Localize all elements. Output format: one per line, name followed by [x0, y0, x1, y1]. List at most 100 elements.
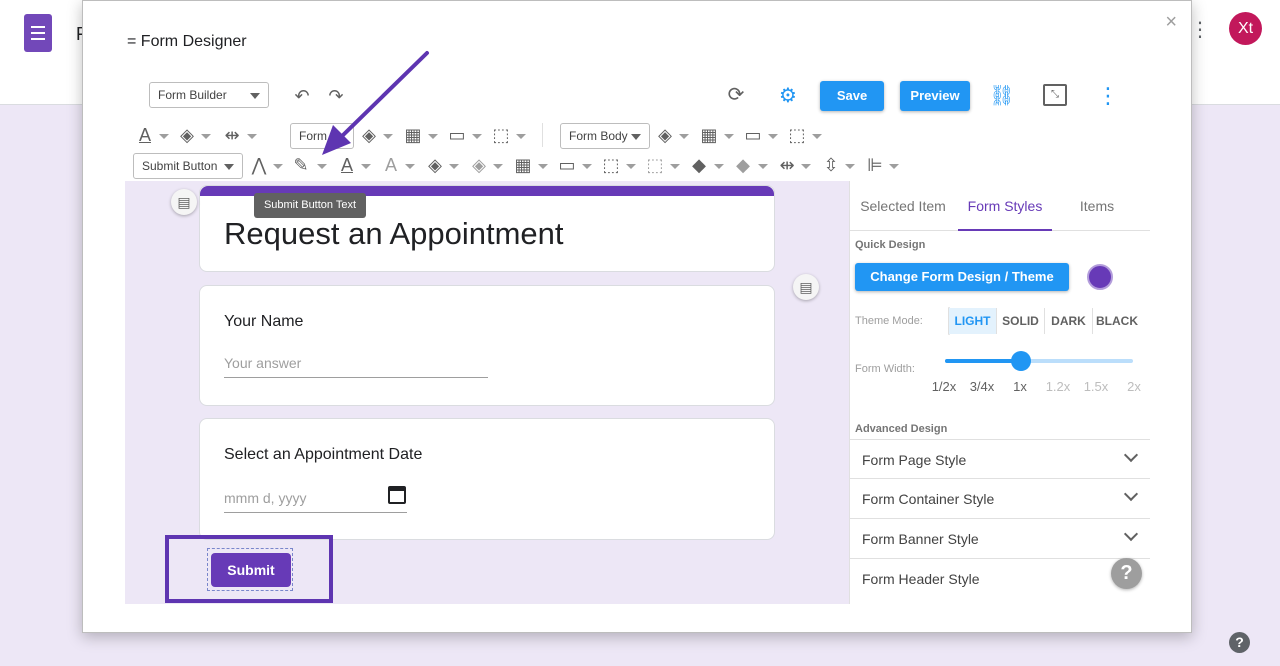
- chevron-down-icon[interactable]: [801, 164, 811, 169]
- section-settings-icon[interactable]: ▤: [171, 189, 197, 215]
- align-left-icon[interactable]: ⊫: [865, 154, 885, 176]
- mode-solid[interactable]: SOLID: [997, 308, 1045, 334]
- change-theme-button[interactable]: Change Form Design / Theme: [855, 263, 1069, 291]
- chevron-down-icon[interactable]: [449, 164, 459, 169]
- border-all-icon[interactable]: ▦: [699, 124, 719, 146]
- preview-button[interactable]: Preview: [900, 81, 970, 111]
- chevron-down-icon[interactable]: [714, 164, 724, 169]
- pencil-icon[interactable]: ✎: [291, 154, 311, 176]
- question-card[interactable]: Your Name Your answer: [199, 285, 775, 406]
- theme-color-swatch[interactable]: [1087, 264, 1113, 290]
- chevron-down-icon[interactable]: [758, 164, 768, 169]
- chevron-down-icon[interactable]: [201, 134, 211, 139]
- save-button[interactable]: Save: [820, 81, 884, 111]
- chevron-down-icon[interactable]: [538, 164, 548, 169]
- chevron-down-icon: [1123, 526, 1139, 542]
- mode-black[interactable]: BLACK: [1093, 308, 1141, 334]
- chevron-down-icon[interactable]: [768, 134, 778, 139]
- hover-shadow-icon[interactable]: ◆: [733, 154, 753, 176]
- border-style-icon[interactable]: ⬚: [787, 124, 807, 146]
- form-title[interactable]: Request an Appointment: [224, 216, 564, 252]
- border-top-icon[interactable]: ▭: [447, 124, 467, 146]
- chevron-down-icon[interactable]: [812, 134, 822, 139]
- accordion-form-page-style[interactable]: Form Page Style: [850, 439, 1150, 479]
- tab-items[interactable]: Items: [1054, 181, 1140, 231]
- redo-icon[interactable]: ↷: [323, 85, 349, 107]
- fill-color-icon[interactable]: ◈: [655, 124, 675, 146]
- chevron-down-icon[interactable]: [493, 164, 503, 169]
- google-forms-logo-icon[interactable]: [24, 14, 52, 52]
- hover-text-color-icon[interactable]: A: [381, 154, 401, 176]
- name-input[interactable]: Your answer: [224, 355, 488, 378]
- chevron-down-icon[interactable]: [405, 164, 415, 169]
- chevron-down-icon[interactable]: [889, 164, 899, 169]
- width-icon[interactable]: ⇹: [221, 124, 243, 146]
- question-card[interactable]: Select an Appointment Date mmm d, yyyy: [199, 418, 775, 540]
- tab-selected-item[interactable]: Selected Item: [850, 181, 956, 231]
- more-vert-icon[interactable]: ⋮: [1190, 18, 1210, 42]
- border-style-icon[interactable]: ⬚: [491, 124, 511, 146]
- accordion-form-banner-style[interactable]: Form Banner Style: [850, 519, 1150, 559]
- row1-field-select-value: Form: [299, 129, 327, 143]
- chevron-down-icon[interactable]: [361, 164, 371, 169]
- section-settings-icon[interactable]: ▤: [793, 274, 819, 300]
- border-all-icon[interactable]: ▦: [513, 154, 533, 176]
- chevron-down-icon[interactable]: [383, 134, 393, 139]
- fill-color-icon[interactable]: ◈: [359, 124, 379, 146]
- border-style-icon[interactable]: ⬚: [601, 154, 621, 176]
- border-top-icon[interactable]: ▭: [557, 154, 577, 176]
- chevron-down-icon[interactable]: [679, 134, 689, 139]
- fullscreen-icon[interactable]: ⤡: [1043, 84, 1067, 106]
- border-top-icon[interactable]: ▭: [743, 124, 763, 146]
- bezier-icon[interactable]: ⋀: [249, 154, 269, 176]
- chevron-down-icon[interactable]: [626, 164, 636, 169]
- chevron-down-icon[interactable]: [247, 134, 257, 139]
- mode-dark[interactable]: DARK: [1045, 308, 1093, 334]
- shadow-icon[interactable]: ◆: [689, 154, 709, 176]
- text-color-icon[interactable]: A: [337, 154, 357, 176]
- settings-gear-icon[interactable]: ⚙: [775, 84, 801, 108]
- help-icon[interactable]: ?: [1229, 632, 1250, 653]
- mode-select[interactable]: Form Builder: [149, 82, 269, 108]
- hover-fill-color-icon[interactable]: ◈: [469, 154, 489, 176]
- chevron-down-icon[interactable]: [670, 164, 680, 169]
- tab-form-styles[interactable]: Form Styles: [958, 181, 1052, 231]
- height-icon[interactable]: ⇳: [821, 154, 841, 176]
- fill-color-icon[interactable]: ◈: [177, 124, 197, 146]
- link-icon[interactable]: ⛓: [989, 84, 1015, 108]
- accordion-form-header-style[interactable]: Form Header Style: [850, 559, 1150, 599]
- avatar[interactable]: Xt: [1229, 12, 1262, 45]
- tooltip: Submit Button Text: [254, 193, 366, 218]
- chevron-down-icon[interactable]: [582, 164, 592, 169]
- row2-field-select[interactable]: Submit Button: [133, 153, 243, 179]
- refresh-icon[interactable]: ⟳: [723, 84, 749, 106]
- width-tick: 2x: [1127, 379, 1141, 394]
- chevron-down-icon[interactable]: [317, 164, 327, 169]
- chevron-down-icon[interactable]: [516, 134, 526, 139]
- mode-light[interactable]: LIGHT: [949, 308, 997, 334]
- chevron-down-icon[interactable]: [273, 164, 283, 169]
- fill-color-icon[interactable]: ◈: [425, 154, 445, 176]
- hover-border-icon[interactable]: ⬚: [645, 154, 665, 176]
- close-icon[interactable]: ×: [1165, 11, 1177, 34]
- more-vert-icon[interactable]: ⋮: [1097, 84, 1119, 108]
- width-slider-thumb[interactable]: [1011, 351, 1031, 371]
- chevron-down-icon[interactable]: [472, 134, 482, 139]
- chevron-down-icon[interactable]: [159, 134, 169, 139]
- accordion-form-container-style[interactable]: Form Container Style: [850, 479, 1150, 519]
- undo-icon[interactable]: ↶: [289, 85, 315, 107]
- mode-select-value: Form Builder: [158, 88, 227, 102]
- chevron-down-icon[interactable]: [845, 164, 855, 169]
- text-color-icon[interactable]: A: [135, 124, 155, 146]
- date-input[interactable]: mmm d, yyyy: [224, 490, 407, 513]
- form-canvas: Request an Appointment Your Name Your an…: [125, 181, 849, 604]
- border-all-icon[interactable]: ▦: [403, 124, 423, 146]
- help-icon[interactable]: ?: [1111, 558, 1142, 589]
- chevron-down-icon[interactable]: [428, 134, 438, 139]
- calendar-icon[interactable]: [388, 486, 406, 504]
- row1-field-select[interactable]: Form: [290, 123, 354, 149]
- row1-body-select[interactable]: Form Body: [560, 123, 650, 149]
- width-icon[interactable]: ⇹: [777, 154, 797, 176]
- submit-button[interactable]: Submit: [211, 553, 291, 587]
- chevron-down-icon[interactable]: [724, 134, 734, 139]
